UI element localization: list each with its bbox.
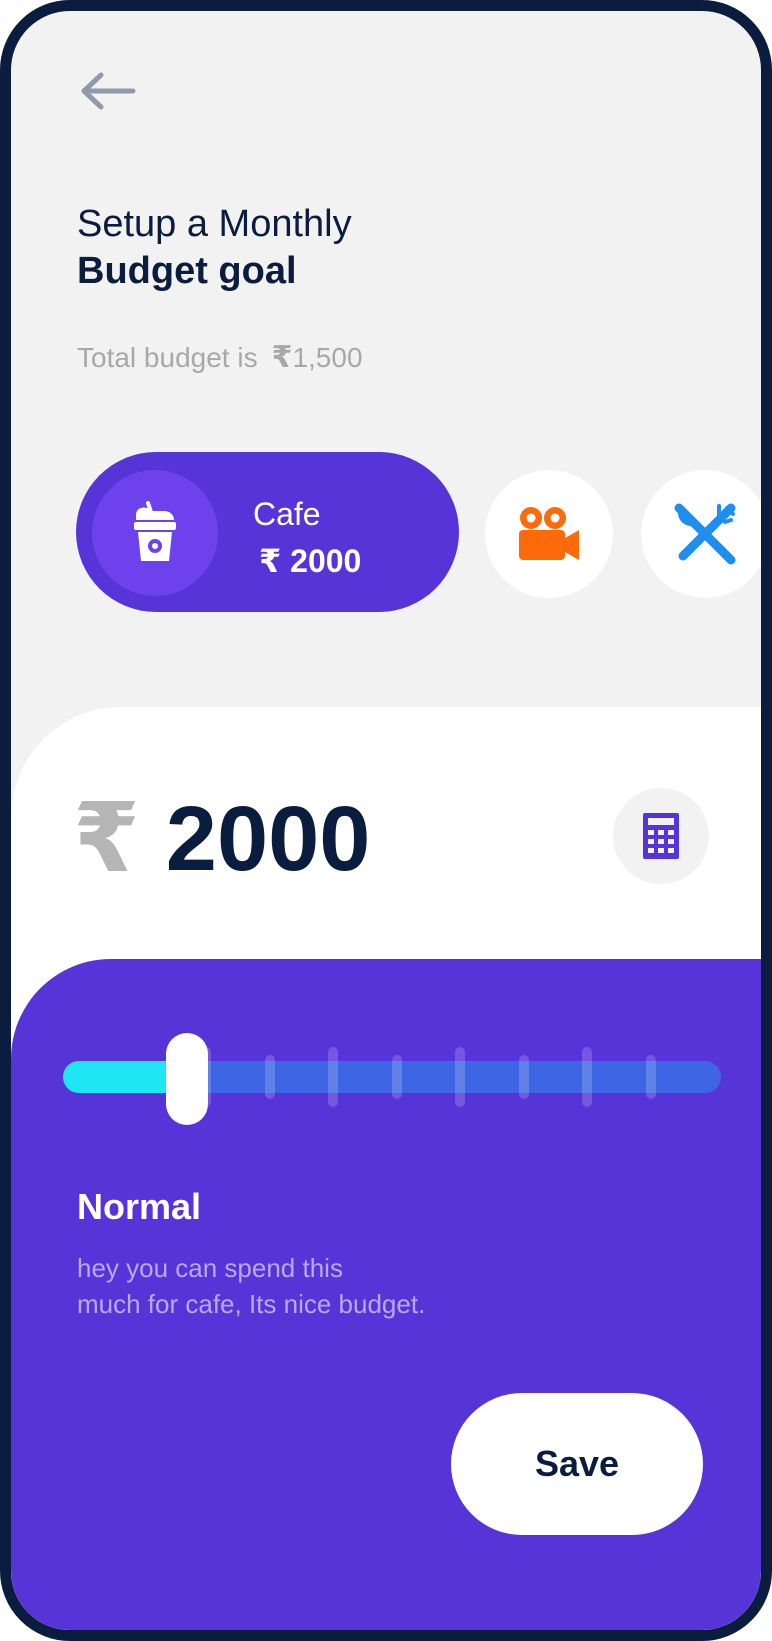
- page-title-line2: Budget goal: [77, 250, 297, 292]
- total-budget-label: Total budget is: [77, 341, 258, 373]
- slider-tick: [328, 1047, 338, 1107]
- save-button[interactable]: Save: [451, 1393, 703, 1535]
- slider-thumb[interactable]: [166, 1033, 209, 1125]
- category-amount: ₹ 2000: [259, 542, 361, 580]
- back-button[interactable]: [71, 66, 141, 116]
- page-title: Setup a Monthly Budget goal: [77, 201, 352, 295]
- phone-frame: Setup a Monthly Budget goal Total budget…: [0, 0, 772, 1641]
- budget-amount-value: 2000: [165, 788, 371, 890]
- rupee-icon: ₹: [271, 341, 293, 374]
- level-description-line2: much for cafe, Its nice budget.: [77, 1289, 426, 1319]
- rupee-icon: ₹: [259, 543, 282, 579]
- category-label: Cafe: [253, 496, 321, 532]
- slider-tick: [518, 1055, 529, 1099]
- slider-tick: [264, 1055, 275, 1099]
- level-description-line1: hey you can spend this: [77, 1253, 343, 1283]
- total-budget-amount: 1,500: [292, 342, 363, 373]
- level-title: Normal: [77, 1186, 202, 1227]
- calculator-icon: [643, 813, 679, 859]
- total-budget: Total budget is ₹1,500: [77, 340, 363, 375]
- category-food[interactable]: [641, 470, 761, 598]
- fork-knife-icon: [674, 503, 736, 565]
- level-description: hey you can spend this much for cafe, It…: [77, 1250, 497, 1322]
- budget-slider[interactable]: [63, 1033, 721, 1125]
- budget-amount-display: ₹ 2000: [73, 791, 370, 887]
- page-title-line1: Setup a Monthly: [77, 203, 352, 245]
- slider-tick: [582, 1047, 592, 1107]
- category-movies[interactable]: [485, 470, 613, 598]
- movie-camera-icon: [519, 507, 579, 560]
- slider-tick: [391, 1055, 402, 1099]
- arrow-left-icon: [81, 72, 136, 110]
- category-amount-value: 2000: [290, 543, 362, 579]
- slider-tick: [645, 1055, 656, 1099]
- calculator-button[interactable]: [613, 788, 709, 884]
- slider-tick: [455, 1047, 465, 1107]
- category-icon-circle: [92, 470, 218, 596]
- category-cafe[interactable]: Cafe ₹ 2000: [76, 452, 459, 612]
- cafe-cup-icon: [134, 501, 176, 561]
- rupee-icon: ₹: [73, 785, 140, 892]
